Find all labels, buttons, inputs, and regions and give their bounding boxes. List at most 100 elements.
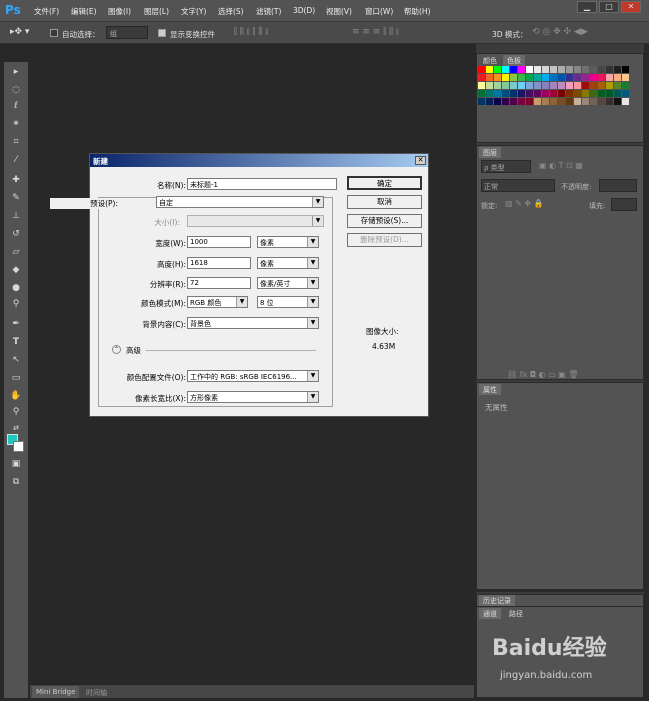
swatch-chip[interactable] [582,82,590,90]
delete-preset-button[interactable]: 删除预设(D)... [347,233,422,247]
type-tool-icon[interactable]: T [9,336,23,349]
swatch-chip[interactable] [590,82,598,90]
tab-history[interactable]: 历史记录 [479,595,515,606]
menu-type[interactable]: 文字(Y) [181,6,206,17]
swatch-chip[interactable] [558,82,566,90]
swatch-chip[interactable] [510,98,518,106]
rectangle-tool-icon[interactable]: ▭ [9,372,23,385]
quick-mask-icon[interactable]: ▣ [9,458,23,471]
swatch-chip[interactable] [614,74,622,82]
swatch-chip[interactable] [598,66,606,74]
background-contents-dropdown[interactable]: 背景色 [187,317,319,329]
crop-tool-icon[interactable]: ⌗ [9,136,23,149]
layer-kind-filter[interactable]: ρ 类型 [481,160,531,173]
tab-properties[interactable]: 属性 [479,384,501,395]
swatch-chip[interactable] [526,98,534,106]
swatch-chip[interactable] [478,82,486,90]
swatch-chip[interactable] [486,66,494,74]
swatch-chip[interactable] [502,74,510,82]
swatch-chip[interactable] [574,74,582,82]
history-brush-icon[interactable]: ↺ [9,228,23,241]
swatch-chip[interactable] [478,98,486,106]
layer-filter-icons[interactable]: ▣ ◐ T ⊡ ▦ [539,161,583,170]
swatch-chip[interactable] [534,82,542,90]
swatch-chip[interactable] [542,82,550,90]
blur-tool-icon[interactable]: ● [9,282,23,295]
swatch-grid[interactable] [478,66,630,106]
swatch-chip[interactable] [510,74,518,82]
path-selection-icon[interactable]: ↖ [9,354,23,367]
ok-button[interactable]: 确定 [347,176,422,190]
swatch-chip[interactable] [606,98,614,106]
menu-select[interactable]: 选择(S) [218,6,244,17]
swatch-chip[interactable] [486,90,494,98]
swatch-chip[interactable] [502,66,510,74]
color-profile-dropdown[interactable]: 工作中的 RGB: sRGB IEC6196... [187,370,319,382]
swatch-chip[interactable] [606,90,614,98]
swatch-chip[interactable] [534,90,542,98]
background-color-swatch[interactable] [13,441,24,452]
tab-paths[interactable]: 路径 [505,608,527,619]
magic-wand-icon[interactable]: ✶ [9,118,23,131]
swatch-chip[interactable] [558,90,566,98]
swatch-chip[interactable] [518,90,526,98]
swatch-chip[interactable] [598,90,606,98]
swatch-chip[interactable] [494,90,502,98]
menu-layer[interactable]: 图层(L) [144,6,169,17]
swatch-chip[interactable] [574,82,582,90]
eyedropper-icon[interactable]: ⁄ [9,154,23,167]
menu-image[interactable]: 图像(I) [108,6,131,17]
swatch-chip[interactable] [510,66,518,74]
swatch-chip[interactable] [550,74,558,82]
opacity-input[interactable] [599,179,637,192]
swatch-chip[interactable] [622,82,630,90]
resolution-unit-dropdown[interactable]: 像素/英寸 [257,277,319,289]
eraser-tool-icon[interactable]: ▱ [9,246,23,259]
swatch-chip[interactable] [558,74,566,82]
paint-bucket-icon[interactable]: ◆ [9,264,23,277]
swatch-chip[interactable] [550,90,558,98]
swatch-chip[interactable] [606,82,614,90]
size-dropdown[interactable] [187,215,324,227]
menu-window[interactable]: 窗口(W) [365,6,393,17]
tab-layers[interactable]: 图层 [479,147,501,158]
tab-swatches[interactable]: 色板 [503,55,525,66]
swatch-chip[interactable] [590,98,598,106]
save-preset-button[interactable]: 存储预设(S)... [347,214,422,228]
marquee-tool-icon[interactable]: ◌ [9,84,23,97]
swatch-chip[interactable] [486,98,494,106]
healing-brush-icon[interactable]: ✚ [9,174,23,187]
swatch-chip[interactable] [590,74,598,82]
swatch-chip[interactable] [542,74,550,82]
lock-icons[interactable]: ▧ ✎ ✥ 🔒 [505,199,544,208]
fill-input[interactable] [611,198,637,211]
swatch-chip[interactable] [582,74,590,82]
swatch-chip[interactable] [518,66,526,74]
align-icons[interactable]: ⫿ ⫼ ⫾ ⫿ ⫼ ⫾ [234,27,268,37]
clone-stamp-icon[interactable]: ⊥ [9,210,23,223]
swatch-chip[interactable] [582,98,590,106]
swatch-chip[interactable] [566,82,574,90]
swatch-chip[interactable] [590,66,598,74]
swatch-chip[interactable] [510,82,518,90]
bit-depth-dropdown[interactable]: 8 位 [257,296,319,308]
swatch-chip[interactable] [502,98,510,106]
swatch-chip[interactable] [606,74,614,82]
advanced-toggle-icon[interactable]: ⌃ [112,345,121,354]
distribute-icons[interactable]: ≡ ≡ ≡ ⫿ ⫼ ⫾ [352,27,399,37]
swatch-chip[interactable] [494,82,502,90]
auto-select-checkbox[interactable] [50,29,58,37]
swatch-chip[interactable] [502,90,510,98]
pen-tool-icon[interactable]: ✒ [9,318,23,331]
swatch-chip[interactable] [494,66,502,74]
swatch-chip[interactable] [534,66,542,74]
swatch-chip[interactable] [614,66,622,74]
layer-footer-icons[interactable]: ⛓ fx ◘ ◐ ▭ ▣ 🗑 [507,370,579,379]
swatch-chip[interactable] [478,66,486,74]
swatch-chip[interactable] [478,74,486,82]
swatch-chip[interactable] [550,82,558,90]
move-tool-icon[interactable]: ▸ [9,66,23,79]
swatch-chip[interactable] [518,98,526,106]
swatch-chip[interactable] [622,74,630,82]
swatch-chip[interactable] [598,98,606,106]
